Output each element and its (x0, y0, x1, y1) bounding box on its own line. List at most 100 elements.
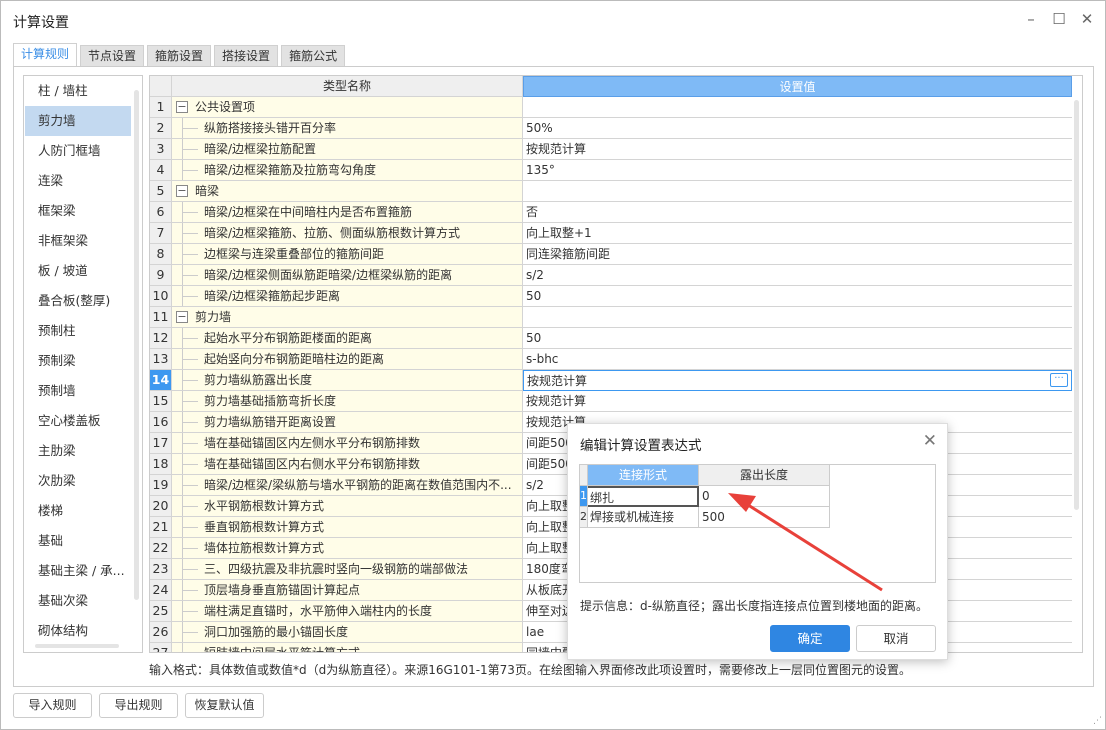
sidebar-item[interactable]: 楼梯 (25, 496, 131, 526)
setting-name: 剪力墙基础插筋弯折长度 (204, 394, 337, 408)
name-cell: 暗梁/边框梁在中间暗柱内是否布置箍筋 (172, 202, 523, 223)
value-cell[interactable] (523, 97, 1072, 118)
sidebar-item[interactable]: 非框架梁 (25, 226, 131, 256)
sidebar-item[interactable]: 空心楼盖板 (25, 406, 131, 436)
tab-2[interactable]: 箍筋设置 (147, 45, 212, 67)
table-row[interactable]: 10 暗梁/边框梁箍筋起步距离 50 (150, 286, 1082, 307)
sidebar-item[interactable]: 柱 / 墙柱 (25, 76, 131, 106)
group-label: 剪力墙 (195, 310, 232, 324)
tree-line (182, 485, 198, 486)
sidebar-item[interactable]: 基础次梁 (25, 586, 131, 616)
name-cell: 起始水平分布钢筋距楼面的距离 (172, 328, 523, 349)
table-row[interactable]: 2 纵筋搭接接头错开百分率 50% (150, 118, 1082, 139)
value-cell[interactable] (523, 181, 1072, 202)
sidebar-item[interactable]: 基础 (25, 526, 131, 556)
value-cell[interactable]: 50% (523, 118, 1072, 139)
value-cell[interactable]: 按规范计算 (523, 391, 1072, 412)
value-cell[interactable] (523, 307, 1072, 328)
table-row[interactable]: 5 − 暗梁 (150, 181, 1082, 202)
sidebar-item[interactable]: 主肋梁 (25, 436, 131, 466)
connection-type-header: 连接形式 (588, 465, 699, 486)
value-cell[interactable]: s/2 (523, 265, 1072, 286)
setting-name: 纵筋搭接接头错开百分率 (204, 121, 337, 135)
setting-name: 短肢墙中间层水平筋计算方式 (204, 646, 361, 653)
resize-grip-icon[interactable]: ⋰ (1093, 716, 1102, 726)
more-icon[interactable]: ··· (1050, 373, 1068, 387)
connection-type-cell[interactable]: 绑扎 (588, 486, 699, 507)
sidebar-item[interactable]: 预制柱 (25, 316, 131, 346)
table-row[interactable]: 15 剪力墙基础插筋弯折长度 按规范计算 (150, 391, 1082, 412)
value-cell[interactable]: 50 (523, 328, 1072, 349)
grid-scrollbar[interactable] (1074, 100, 1079, 510)
value-column-header[interactable]: 设置值 (523, 76, 1072, 97)
value-cell[interactable]: 按规范计算 (523, 139, 1072, 160)
sidebar-item[interactable]: 剪力墙 (25, 106, 131, 136)
table-row[interactable]: 2 焊接或机械连接 500 (580, 507, 935, 528)
sidebar-item[interactable]: 基础主梁 / 承... (25, 556, 131, 586)
tab-1[interactable]: 节点设置 (80, 45, 145, 67)
collapse-icon[interactable]: − (176, 185, 188, 197)
sidebar-item[interactable]: 框架梁 (25, 196, 131, 226)
sidebar-item[interactable]: 叠合板(整厚) (25, 286, 131, 316)
sidebar-item[interactable]: 砌体结构 (25, 616, 131, 646)
collapse-icon[interactable]: − (176, 101, 188, 113)
exposed-length-cell[interactable]: 0 (699, 486, 830, 507)
restore-defaults-button[interactable]: 恢复默认值 (185, 693, 264, 718)
dialog-close-icon[interactable]: ✕ (923, 431, 937, 451)
table-row[interactable]: 8 边框梁与连梁重叠部位的箍筋间距 同连梁箍筋间距 (150, 244, 1082, 265)
collapse-icon[interactable]: − (176, 311, 188, 323)
sidebar-item[interactable]: 人防门框墙 (25, 136, 131, 166)
tab-4[interactable]: 箍筋公式 (281, 45, 346, 67)
import-rules-button[interactable]: 导入规则 (13, 693, 92, 718)
setting-value: 按规范计算 (526, 394, 587, 408)
table-row[interactable]: 6 暗梁/边框梁在中间暗柱内是否布置箍筋 否 (150, 202, 1082, 223)
sidebar-item[interactable]: 预制墙 (25, 376, 131, 406)
value-cell[interactable]: 按规范计算 ··· (523, 370, 1072, 391)
table-row[interactable]: 12 起始水平分布钢筋距楼面的距离 50 (150, 328, 1082, 349)
sidebar-item[interactable]: 预制梁 (25, 346, 131, 376)
sidebar-item[interactable]: 板 / 坡道 (25, 256, 131, 286)
tree-line (182, 464, 198, 465)
table-row[interactable]: 1 − 公共设置项 (150, 97, 1082, 118)
sidebar-hscrollbar[interactable] (35, 644, 119, 648)
maximize-icon[interactable]: ☐ (1049, 9, 1069, 29)
value-cell[interactable]: 向上取整+1 (523, 223, 1072, 244)
value-cell[interactable]: 50 (523, 286, 1072, 307)
input-format-hint: 输入格式：具体数值或数值*d（d为纵筋直径）。来源16G101-1第73页。在绘… (149, 663, 911, 677)
tree-line (182, 422, 198, 423)
value-cell[interactable]: 同连梁箍筋间距 (523, 244, 1072, 265)
value-cell[interactable]: 135° (523, 160, 1072, 181)
table-row[interactable]: 3 暗梁/边框梁拉筋配置 按规范计算 (150, 139, 1082, 160)
table-row[interactable]: 13 起始竖向分布钢筋距暗柱边的距离 s-bhc (150, 349, 1082, 370)
tab-3[interactable]: 搭接设置 (214, 45, 279, 67)
cancel-button[interactable]: 取消 (856, 625, 936, 652)
sidebar-scrollbar[interactable] (134, 90, 139, 600)
exposed-length-cell[interactable]: 500 (699, 507, 830, 528)
export-rules-button[interactable]: 导出规则 (99, 693, 178, 718)
table-row[interactable]: 4 暗梁/边框梁箍筋及拉筋弯勾角度 135° (150, 160, 1082, 181)
tree-line (182, 506, 198, 507)
tab-0[interactable]: 计算规则 (13, 43, 78, 67)
name-cell: 顶层墙身垂直筋锚固计算起点 (172, 580, 523, 601)
setting-name: 墙在基础锚固区内右侧水平分布钢筋排数 (204, 457, 421, 471)
name-cell: 剪力墙纵筋露出长度 (172, 370, 523, 391)
value-cell[interactable]: 否 (523, 202, 1072, 223)
setting-name: 剪力墙纵筋露出长度 (204, 373, 313, 387)
sidebar-item[interactable]: 次肋梁 (25, 466, 131, 496)
table-row[interactable]: 7 暗梁/边框梁箍筋、拉筋、侧面纵筋根数计算方式 向上取整+1 (150, 223, 1082, 244)
row-index: 25 (150, 601, 172, 622)
value-cell[interactable]: s-bhc (523, 349, 1072, 370)
table-row[interactable]: 9 暗梁/边框梁侧面纵筋距暗梁/边框梁纵筋的距离 s/2 (150, 265, 1082, 286)
connection-type-cell[interactable]: 焊接或机械连接 (588, 507, 699, 528)
ok-button[interactable]: 确定 (770, 625, 850, 652)
tab-bar: 计算规则 节点设置 箍筋设置 搭接设置 箍筋公式 (13, 43, 346, 67)
close-icon[interactable]: ✕ (1077, 9, 1097, 29)
table-row[interactable]: 11 − 剪力墙 (150, 307, 1082, 328)
minimize-icon[interactable]: – (1021, 9, 1041, 29)
table-row[interactable]: 1 绑扎 0 (580, 486, 935, 507)
row-index: 5 (150, 181, 172, 202)
tree-line (182, 233, 198, 234)
sidebar-item[interactable]: 连梁 (25, 166, 131, 196)
component-list: 柱 / 墙柱 剪力墙 人防门框墙 连梁 框架梁 非框架梁板 / 坡道 叠合板(整厚) 预制柱预… (23, 75, 143, 653)
table-row[interactable]: 14 剪力墙纵筋露出长度 按规范计算 ··· (150, 370, 1082, 391)
